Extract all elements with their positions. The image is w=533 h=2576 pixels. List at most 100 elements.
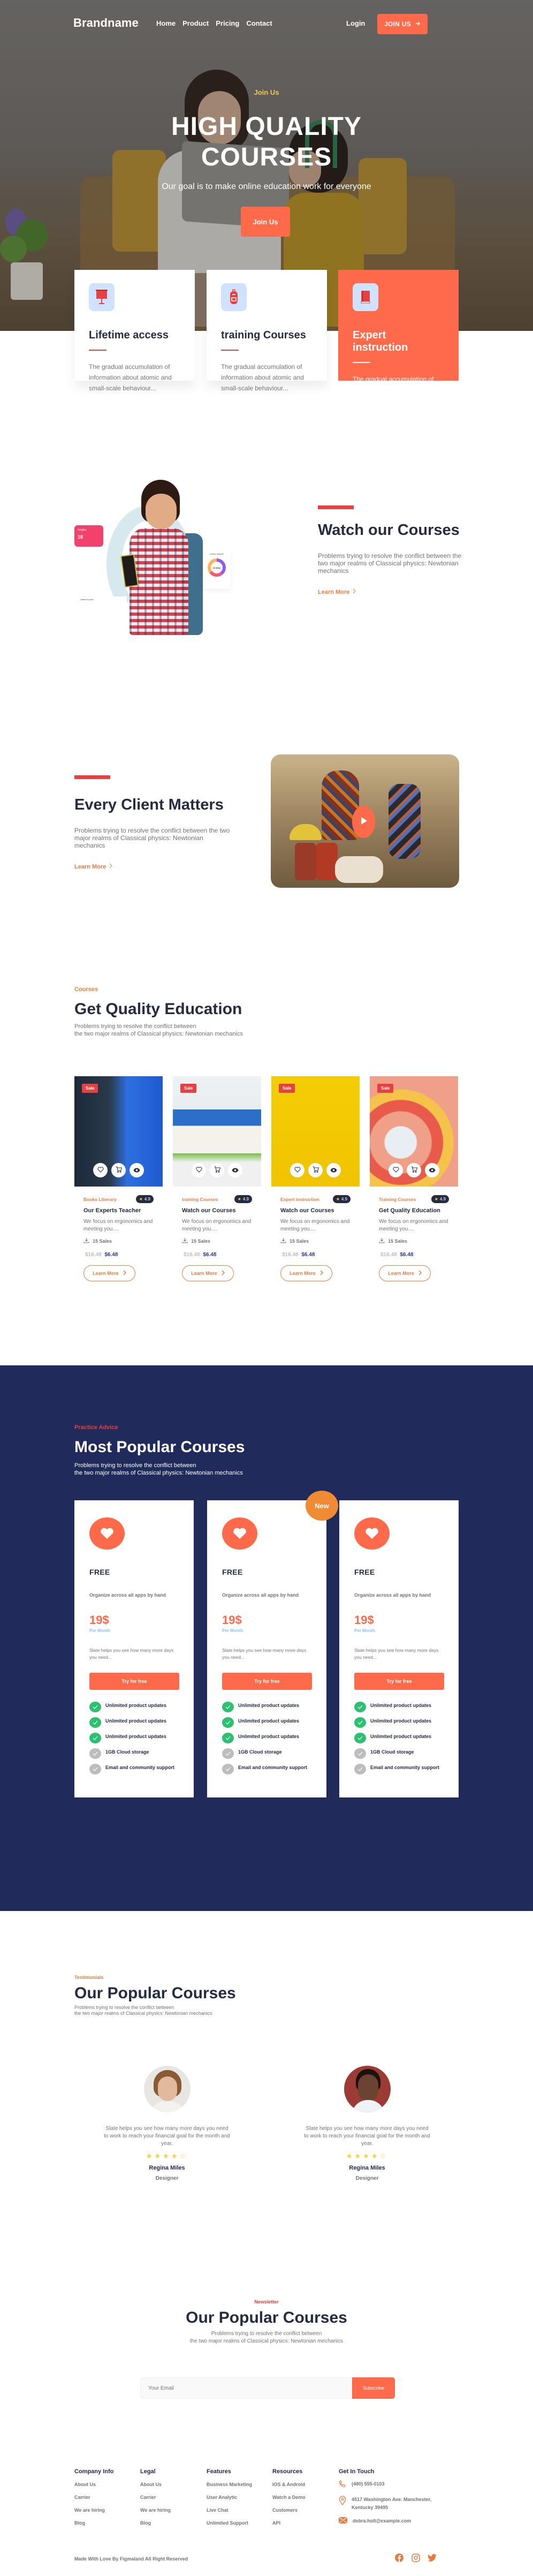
quick-view-button[interactable] xyxy=(326,1163,341,1177)
nav-link-pricing[interactable]: Pricing xyxy=(216,19,239,27)
favorite-button[interactable] xyxy=(389,1163,403,1177)
try-for-free-button[interactable]: Try for free xyxy=(222,1673,312,1690)
favorite-button[interactable] xyxy=(192,1163,206,1177)
plan-blurb: Slate helps you see how many more days y… xyxy=(89,1648,174,1660)
check-icon xyxy=(354,1733,366,1743)
check-icon xyxy=(89,1717,101,1728)
nav-link-home[interactable]: Home xyxy=(156,19,176,27)
course-card[interactable]: Sale Books Liberary ★ 4.9 Our Experts Tea… xyxy=(74,1076,163,1281)
footer-link[interactable]: Unlimited Support xyxy=(207,2520,252,2526)
footer-link[interactable]: Watch a Demo xyxy=(272,2494,306,2501)
brand-logo[interactable]: Brandname xyxy=(73,16,139,30)
login-link[interactable]: Login xyxy=(346,19,365,27)
testimonial-role: Designer xyxy=(155,2175,179,2181)
nav-link-contact[interactable]: Contact xyxy=(246,19,272,27)
course-card[interactable]: Sale training Courses ★ 4.9 Watch our Cou… xyxy=(173,1076,261,1281)
course-price: $16.48 $6.48 xyxy=(379,1252,449,1258)
old-price: $16.48 xyxy=(282,1252,299,1258)
footer-link[interactable]: Customers xyxy=(272,2507,306,2513)
instagram-icon[interactable] xyxy=(411,2553,420,2562)
star-icon: ★ xyxy=(237,1197,241,1202)
try-for-free-button[interactable]: Try for free xyxy=(354,1673,444,1690)
course-category: Training Courses xyxy=(379,1196,416,1202)
favorite-button[interactable] xyxy=(93,1163,108,1177)
footer-link[interactable]: Carrier xyxy=(140,2494,171,2501)
download-icon xyxy=(83,1237,89,1244)
nav-link-product[interactable]: Product xyxy=(182,19,209,27)
feature-card-lifetime-access[interactable]: Lifetime access The gradual accumulation… xyxy=(74,270,195,392)
star-filled-icon: ★ xyxy=(363,2152,371,2160)
plan-feature-label: Email and community support xyxy=(105,1765,175,1770)
footer-link[interactable]: Business Marketing xyxy=(207,2481,252,2488)
contact-email[interactable]: debra.holt@example.com xyxy=(338,2517,448,2526)
quick-view-button[interactable] xyxy=(228,1163,242,1177)
plan-price: 19$ xyxy=(354,1613,374,1627)
plan-feature-label: 1GB Cloud storage xyxy=(238,1749,282,1755)
footer-link[interactable]: Blog xyxy=(74,2520,113,2526)
hero-join-button[interactable]: Join Us xyxy=(241,207,290,237)
plan-feature: Unlimited product updates xyxy=(222,1702,311,1712)
join-us-button[interactable]: JOIN US xyxy=(377,14,428,34)
course-card[interactable]: Sale Expert instruction ★ 4.9 Watch our C… xyxy=(271,1076,360,1281)
watch-learn-more-link[interactable]: Learn More xyxy=(318,588,356,595)
footer-link[interactable]: We are hiring xyxy=(140,2507,171,2513)
add-to-cart-button[interactable] xyxy=(308,1163,323,1177)
plan-feature: Email and community support xyxy=(222,1764,311,1774)
play-button[interactable] xyxy=(352,806,375,838)
backpack-icon xyxy=(221,283,247,311)
heart-icon xyxy=(89,1517,125,1550)
subscribe-button[interactable]: Subscribe xyxy=(352,2377,395,2399)
course-title: Watch our Courses xyxy=(280,1207,334,1214)
video-thumbnail[interactable] xyxy=(271,754,459,888)
heart-icon xyxy=(195,1166,202,1175)
course-actions xyxy=(370,1163,458,1177)
quick-view-button[interactable] xyxy=(130,1163,144,1177)
hero-title: HIGH QUALITY COURSES xyxy=(0,111,533,172)
check-icon xyxy=(354,1764,366,1774)
footer-link[interactable]: Carrier xyxy=(74,2494,113,2501)
play-icon xyxy=(360,817,368,828)
footer-link[interactable]: Live Chat xyxy=(207,2507,252,2513)
facebook-icon[interactable] xyxy=(394,2553,403,2562)
nav-links: Home Product Pricing Contact xyxy=(156,19,272,27)
footer-link[interactable]: About Us xyxy=(74,2481,113,2488)
heart-icon xyxy=(392,1166,399,1175)
plan-feature-label: Unlimited product updates xyxy=(370,1718,432,1724)
email-input[interactable] xyxy=(140,2377,352,2399)
footer-link[interactable]: About Us xyxy=(140,2481,171,2488)
star-icon: ★ xyxy=(139,1197,143,1202)
star-filled-icon: ★ xyxy=(163,2152,171,2160)
desc-line: Problems trying to resolve the conflict … xyxy=(74,1462,196,1469)
course-learn-more-button[interactable]: Learn More xyxy=(379,1265,431,1281)
quick-view-button[interactable] xyxy=(425,1163,439,1177)
footer-link[interactable]: We are hiring xyxy=(74,2507,113,2513)
course-learn-more-button[interactable]: Learn More xyxy=(280,1265,332,1281)
course-learn-more-button[interactable]: Learn More xyxy=(182,1265,234,1281)
footer-link[interactable]: Blog xyxy=(140,2520,171,2526)
course-thumbnail[interactable]: Sale xyxy=(74,1076,163,1187)
heart-icon xyxy=(294,1166,301,1175)
add-to-cart-button[interactable] xyxy=(407,1163,421,1177)
course-thumbnail[interactable]: Sale xyxy=(271,1076,360,1187)
feature-card-training-courses[interactable]: training Courses The gradual accumulatio… xyxy=(207,270,327,392)
footer-link[interactable]: User Analytic xyxy=(207,2494,252,2501)
footer-link[interactable]: IOS & Android xyxy=(272,2481,306,2488)
course-learn-more-button[interactable]: Learn More xyxy=(83,1265,135,1281)
twitter-icon[interactable] xyxy=(428,2553,437,2562)
try-for-free-button[interactable]: Try for free xyxy=(89,1673,179,1690)
learn-more-label: Learn More xyxy=(290,1271,316,1276)
course-thumbnail[interactable]: Sale xyxy=(370,1076,458,1187)
new-price: $6.48 xyxy=(400,1252,414,1258)
feature-card-expert-instruction[interactable]: Expert instruction The gradual accumulat… xyxy=(338,270,459,404)
add-to-cart-button[interactable] xyxy=(210,1163,224,1177)
add-to-cart-button[interactable] xyxy=(111,1163,126,1177)
footer-link[interactable]: API xyxy=(272,2520,306,2526)
contact-phone[interactable]: (480) 555-0103 xyxy=(339,2480,448,2490)
testimonial-role: Designer xyxy=(355,2175,379,2181)
heart-icon xyxy=(354,1517,390,1550)
client-title: Every Client Matters xyxy=(74,796,224,813)
client-learn-more-link[interactable]: Learn More xyxy=(74,863,113,870)
course-thumbnail[interactable]: Sale xyxy=(173,1076,261,1187)
course-card[interactable]: Sale Training Courses ★ 4.9 Get Quality E… xyxy=(370,1076,458,1281)
favorite-button[interactable] xyxy=(290,1163,304,1177)
